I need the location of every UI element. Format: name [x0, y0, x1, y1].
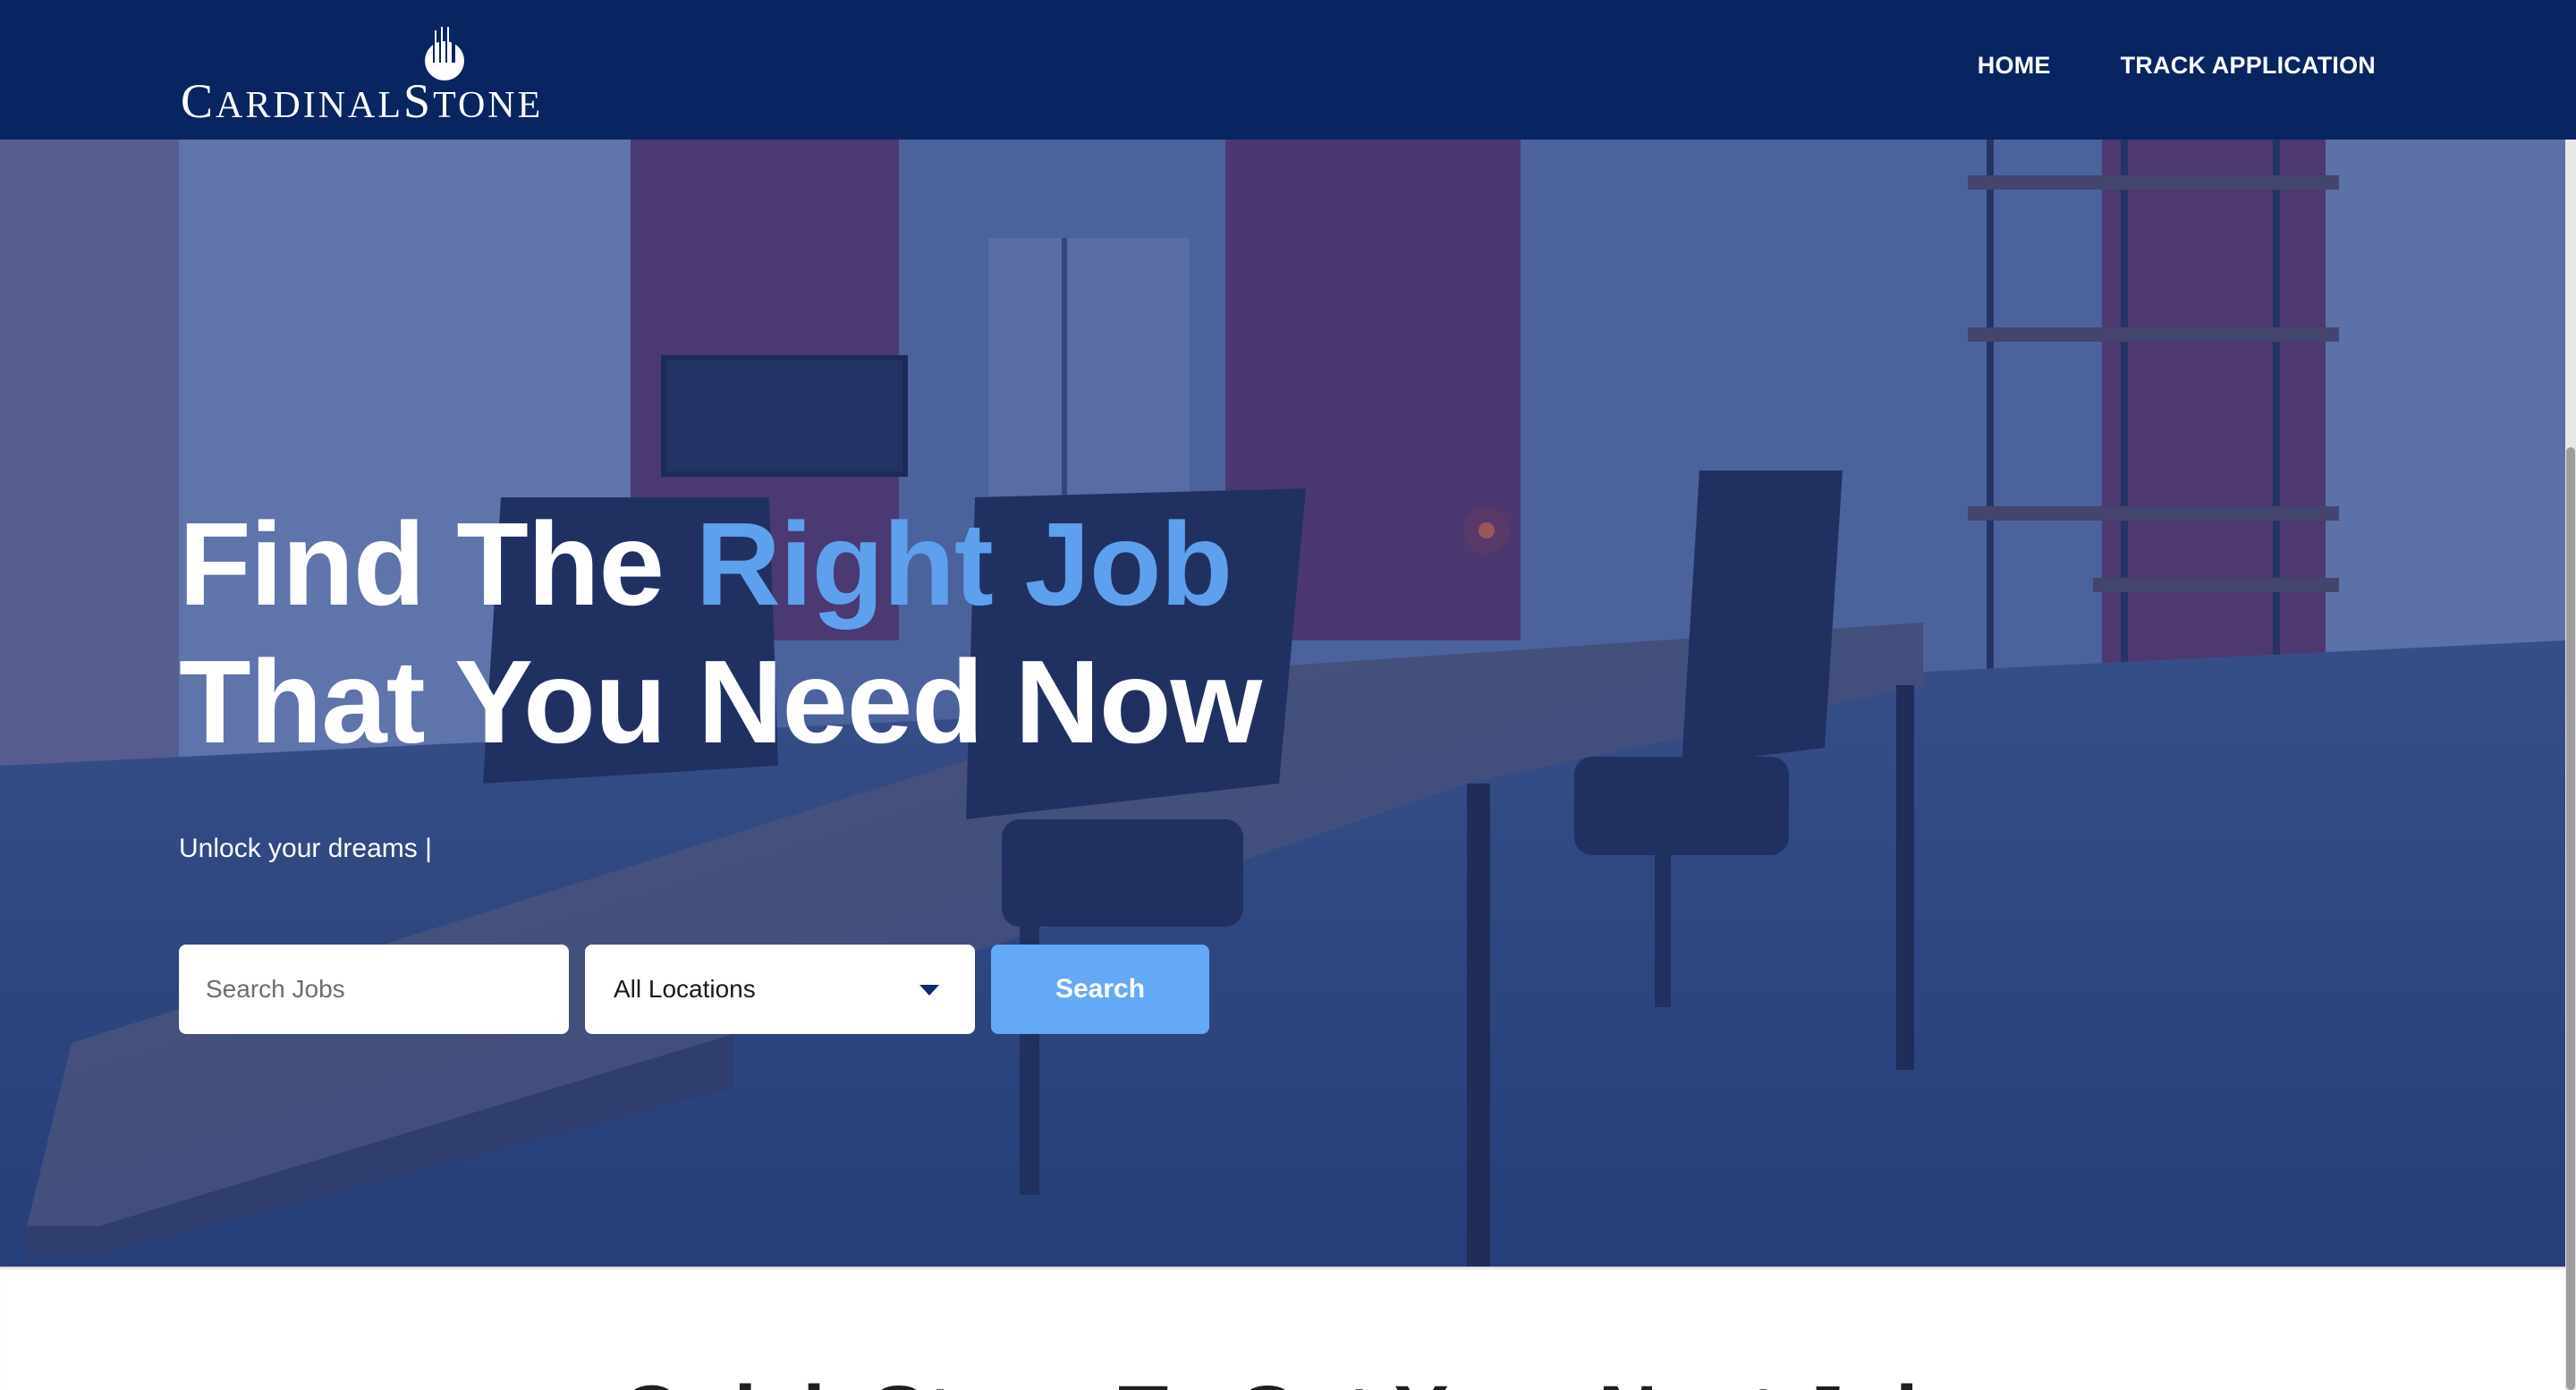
- cardinalstone-logo[interactable]: CARDINALSTONE: [181, 27, 540, 125]
- hero-heading-part1: Find The: [179, 498, 696, 630]
- location-dropdown[interactable]: All Locations: [585, 945, 975, 1034]
- hero-heading-line2: That You Need Now: [179, 636, 1262, 767]
- search-button[interactable]: Search: [991, 945, 1209, 1034]
- nav-home-link[interactable]: HOME: [1978, 52, 2051, 80]
- logo-mark-icon: [425, 27, 464, 81]
- search-jobs-input[interactable]: [179, 945, 569, 1034]
- top-navbar: CARDINALSTONE HOME TRACK APPLICATION: [0, 0, 2576, 140]
- section-heading: Quick Steps To Get Your Next Job: [0, 1374, 2565, 1390]
- job-search-form: All Locations Search: [179, 945, 1209, 1034]
- hero-section: Find The Right Job That You Need Now Unl…: [0, 140, 2565, 1267]
- logo-wordmark: CARDINALSTONE: [181, 74, 544, 128]
- main-nav: HOME TRACK APPLICATION: [1978, 52, 2376, 80]
- scrollbar-thumb[interactable]: [2566, 447, 2575, 1390]
- hero-heading-accent: Right Job: [695, 498, 1233, 630]
- chevron-down-icon: [919, 985, 939, 996]
- location-dropdown-value: All Locations: [614, 975, 756, 1003]
- hero-heading: Find The Right Job That You Need Now: [179, 496, 1262, 771]
- quick-steps-section: Quick Steps To Get Your Next Job: [0, 1267, 2565, 1390]
- nav-track-application-link[interactable]: TRACK APPLICATION: [2121, 52, 2376, 80]
- hero-subtitle: Unlock your dreams |: [179, 834, 432, 863]
